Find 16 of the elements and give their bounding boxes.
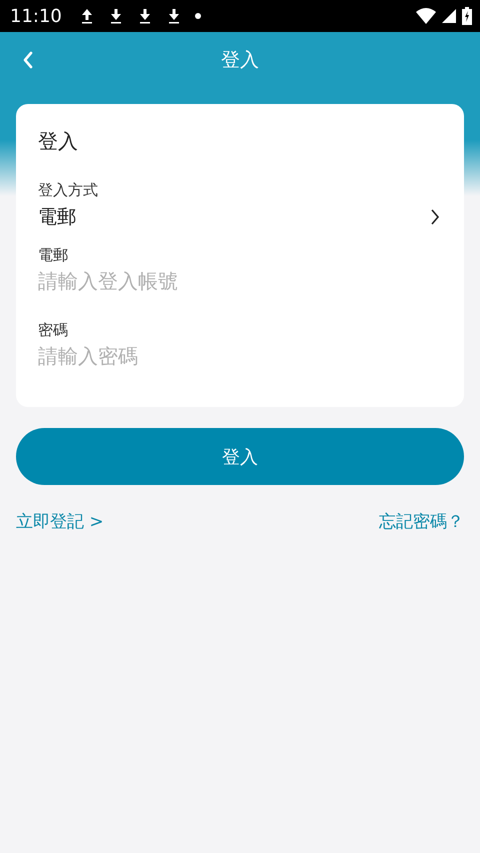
wifi-icon	[416, 8, 436, 24]
signal-icon	[442, 9, 456, 23]
clock-time: 11:10	[10, 6, 62, 26]
screen-title: 登入	[221, 48, 259, 73]
card-heading: 登入	[38, 128, 79, 155]
battery-icon	[462, 7, 472, 25]
forgot-password-link[interactable]: 忘記密碼？	[379, 510, 464, 533]
back-button[interactable]	[22, 51, 34, 69]
chevron-icon	[430, 209, 440, 225]
field-label: 密碼	[38, 321, 69, 340]
dot-icon	[194, 13, 201, 19]
register-link[interactable]: 立即登記 >	[16, 510, 104, 533]
login-button[interactable]: 登入	[16, 428, 464, 485]
login-method-selector[interactable]: 電郵	[38, 200, 442, 230]
field-label: 登入方式	[38, 181, 99, 200]
field-label: 電郵	[38, 246, 69, 265]
